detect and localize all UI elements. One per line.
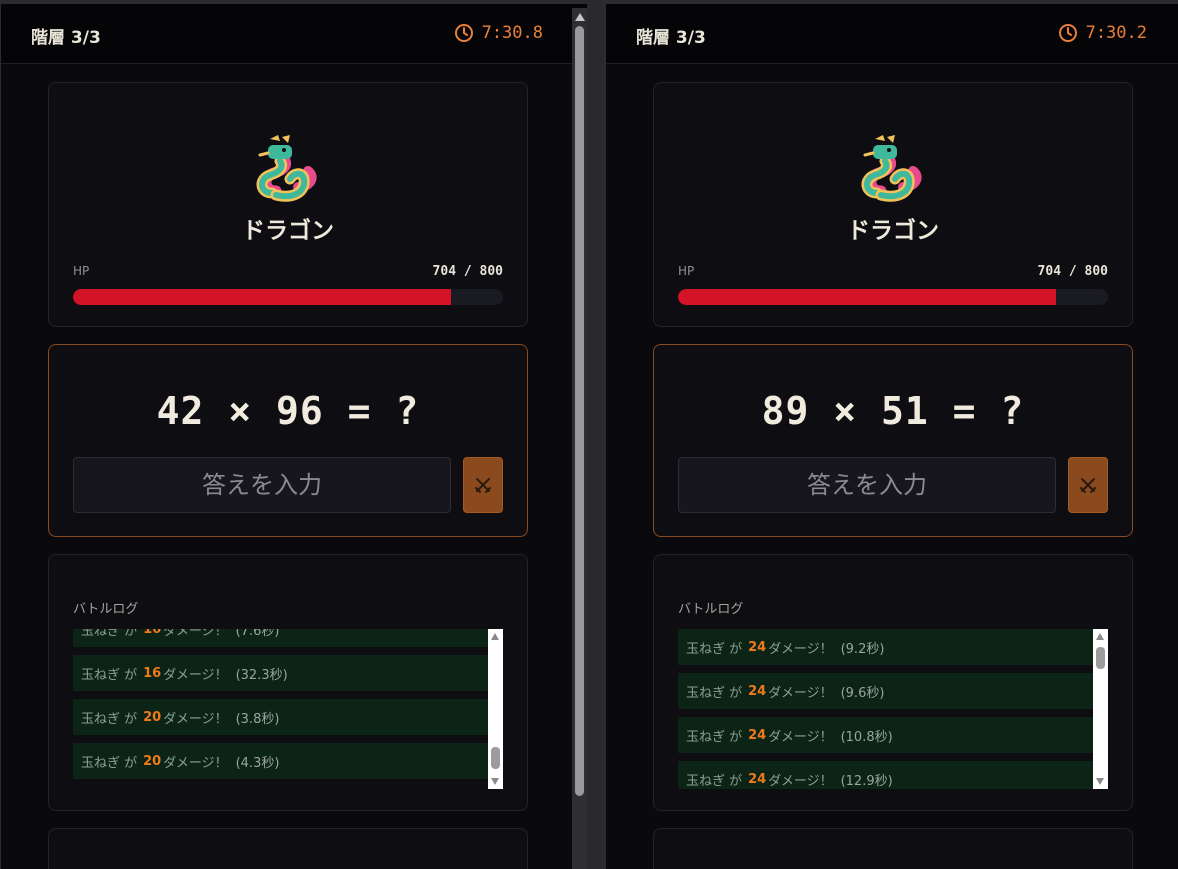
- hp-label: HP: [73, 264, 90, 278]
- log-entry: 玉ねぎ が 16 ダメージ！ (32.3秒): [73, 655, 488, 691]
- log-entry: 玉ねぎ が 24 ダメージ！ (12.9秒): [678, 761, 1093, 789]
- math-question: 89 × 51 = ?: [761, 389, 1025, 433]
- question-card: 89 × 51 = ?: [653, 344, 1133, 537]
- crossed-swords-icon: [475, 478, 491, 493]
- answer-input[interactable]: [73, 457, 451, 513]
- scroll-thumb[interactable]: [1096, 647, 1105, 669]
- log-scrollbar[interactable]: [1093, 629, 1108, 789]
- hp-bar-fill: [678, 289, 1057, 305]
- floor-indicator: 階層 3/3: [636, 28, 706, 48]
- monster-name: ドラゴン: [242, 218, 334, 244]
- dragon-icon: [861, 135, 922, 202]
- clock-icon: [454, 24, 473, 42]
- answer-input[interactable]: [678, 457, 1056, 513]
- battle-pane-left: 階層 3/3 7:30.8 ドラゴン HP 704 / 800 42 × 96 …: [0, 0, 587, 869]
- timer: 7:30.2: [1058, 23, 1147, 43]
- clock-icon: [1058, 24, 1077, 42]
- log-entry: 玉ねぎ が 20 ダメージ！ (4.3秒): [73, 743, 488, 779]
- hp-value: 704 / 800: [432, 264, 503, 279]
- next-card: [653, 828, 1133, 869]
- log-entry: 玉ねぎ が 24 ダメージ！ (9.2秒): [678, 629, 1093, 665]
- scroll-thumb[interactable]: [575, 26, 584, 796]
- log-entry: 玉ねぎ が 16 ダメージ！ (7.6秒): [73, 629, 488, 647]
- battle-log-title: バトルログ: [73, 602, 139, 617]
- top-bar: 階層 3/3 7:30.2: [606, 4, 1178, 64]
- crossed-swords-icon: [1080, 478, 1096, 493]
- log-entry: 玉ねぎ が 24 ダメージ！ (10.8秒): [678, 717, 1093, 753]
- attack-button[interactable]: [1068, 457, 1108, 513]
- scroll-down-arrow[interactable]: [491, 778, 499, 785]
- battle-log-list[interactable]: 玉ねぎ が 16 ダメージ！ (7.6秒) 玉ねぎ が 16 ダメージ！ (32.3秒) 玉…: [73, 629, 503, 789]
- scroll-thumb[interactable]: [491, 747, 500, 769]
- dragon-icon: [256, 135, 317, 202]
- log-entry: 玉ねぎ が 20 ダメージ！ (3.8秒): [73, 699, 488, 735]
- battle-log-list[interactable]: 玉ねぎ が 24 ダメージ！ (9.2秒) 玉ねぎ が 24 ダメージ！ (9.6秒) 玉ね…: [678, 629, 1108, 789]
- scroll-up-arrow[interactable]: [491, 633, 499, 640]
- question-card: 42 × 96 = ?: [48, 344, 528, 537]
- hp-label: HP: [678, 264, 695, 278]
- hp-bar: [73, 289, 503, 305]
- pane-scrollbar[interactable]: [572, 8, 587, 869]
- scroll-down-arrow[interactable]: [1096, 778, 1104, 785]
- battle-log-card: バトルログ 玉ねぎ が 16 ダメージ！ (7.6秒) 玉ねぎ が 16 ダメージ！ (32…: [48, 554, 528, 811]
- top-bar: 階層 3/3 7:30.8: [1, 4, 587, 64]
- timer-value: 7:30.2: [1085, 23, 1147, 43]
- hp-bar: [678, 289, 1108, 305]
- timer: 7:30.8: [454, 23, 543, 43]
- battle-log-card: バトルログ 玉ねぎ が 24 ダメージ！ (9.2秒) 玉ねぎ が 24 ダメージ！ (9.…: [653, 554, 1133, 811]
- log-entry: 玉ねぎ が 24 ダメージ！ (9.6秒): [678, 673, 1093, 709]
- scroll-up-arrow[interactable]: [575, 13, 585, 21]
- timer-value: 7:30.8: [481, 23, 543, 43]
- monster-card: ドラゴン HP 704 / 800: [48, 82, 528, 327]
- hp-bar-fill: [73, 289, 452, 305]
- attack-button[interactable]: [463, 457, 503, 513]
- math-question: 42 × 96 = ?: [156, 389, 420, 433]
- monster-name: ドラゴン: [847, 218, 939, 244]
- monster-card: ドラゴン HP 704 / 800: [653, 82, 1133, 327]
- next-card: [48, 828, 528, 869]
- battle-log-title: バトルログ: [678, 602, 744, 617]
- hp-value: 704 / 800: [1037, 264, 1108, 279]
- log-scrollbar[interactable]: [488, 629, 503, 789]
- scroll-up-arrow[interactable]: [1096, 633, 1104, 640]
- floor-indicator: 階層 3/3: [31, 28, 101, 48]
- battle-pane-right: 階層 3/3 7:30.2 ドラゴン HP 704 / 800 89 × 51 …: [603, 0, 1178, 869]
